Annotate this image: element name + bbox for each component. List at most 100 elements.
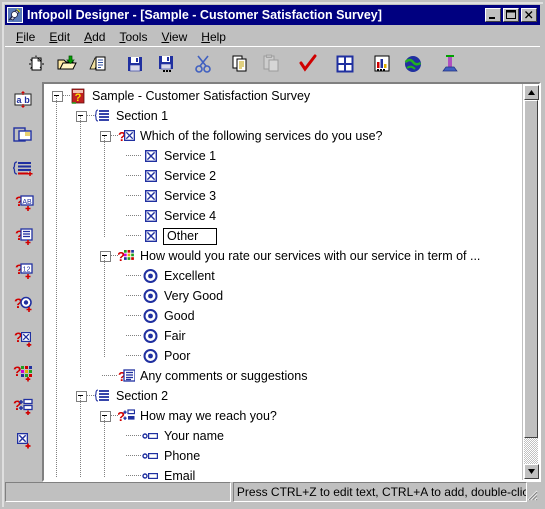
tree-node-field-phone[interactable]: Phone: [44, 446, 522, 466]
question-matrix-icon[interactable]: ?: [10, 360, 36, 386]
resize-grip[interactable]: [524, 487, 538, 501]
textfield-icon: [142, 468, 159, 480]
status-pane-left: [5, 482, 231, 502]
tree-node-label: Section 2: [116, 389, 169, 403]
radio-icon: [142, 308, 159, 324]
tree-connector: [126, 226, 142, 246]
tree-connector: [126, 186, 142, 206]
tree-node-question-comments[interactable]: ? Any comments or suggestions: [44, 366, 522, 386]
scroll-down-arrow[interactable]: [524, 464, 539, 479]
open-folder-button[interactable]: [54, 51, 80, 77]
svg-text:AB: AB: [22, 199, 32, 206]
question-ab-icon[interactable]: ? AB: [10, 190, 36, 216]
tree-node-choice-very-good[interactable]: Very Good: [44, 286, 522, 306]
tree-node-label: Any comments or suggestions: [140, 369, 308, 383]
tree-node-choice-service-3[interactable]: Service 3: [44, 186, 522, 206]
tree-node-question-services[interactable]: ? Which of the following services do you …: [44, 126, 522, 146]
close-button[interactable]: [521, 8, 537, 22]
collapse-node-button[interactable]: [100, 250, 111, 262]
menu-edit[interactable]: Edit: [43, 28, 78, 46]
question-12-icon[interactable]: ? 12: [10, 258, 36, 284]
copy-button[interactable]: [227, 51, 253, 77]
tree-row-container: ? Sample - Customer Satisfaction Survey Se…: [44, 84, 522, 480]
tree-connector: [126, 206, 142, 226]
question-paragraph-icon: ?: [118, 368, 135, 384]
tree-node-field-email[interactable]: Email: [44, 466, 522, 480]
question-paragraph-icon[interactable]: ?: [10, 224, 36, 250]
tree-node-field-your-name[interactable]: Your name: [44, 426, 522, 446]
question-form-icon[interactable]: ?: [10, 394, 36, 420]
menu-add[interactable]: Add: [78, 28, 113, 46]
question-radio-icon[interactable]: ?: [10, 292, 36, 318]
tree-connector: [63, 86, 70, 106]
tree-node-choice-poor[interactable]: Poor: [44, 346, 522, 366]
save-as-button[interactable]: [153, 51, 179, 77]
tree-node-choice-excellent[interactable]: Excellent: [44, 266, 522, 286]
menu-help[interactable]: Help: [195, 28, 234, 46]
maximize-button[interactable]: [503, 8, 519, 22]
application-window: Infopoll Designer - [Sample - Customer S…: [0, 0, 545, 509]
report-chart-button[interactable]: [369, 51, 395, 77]
satellite-dish-icon[interactable]: [7, 7, 23, 23]
checkbox-plus-icon[interactable]: [10, 428, 36, 454]
collapse-node-button[interactable]: [100, 410, 111, 422]
tree-node-survey-root[interactable]: ? Sample - Customer Satisfaction Survey: [44, 86, 522, 106]
tree-connector: [126, 326, 142, 346]
collapse-node-button[interactable]: [76, 110, 87, 122]
inline-edit-field[interactable]: Other: [163, 227, 218, 245]
ab-text-icon[interactable]: a b: [10, 88, 36, 114]
question-form-icon: ?: [118, 408, 135, 424]
tree-node-section-2[interactable]: Section 2: [44, 386, 522, 406]
scrollbar-track[interactable]: [524, 100, 538, 464]
menu-view[interactable]: View: [155, 28, 195, 46]
question-checkbox-icon: ?: [118, 128, 135, 144]
section-lines-icon[interactable]: [10, 156, 36, 182]
survey-tree[interactable]: ? Sample - Customer Satisfaction Survey Se…: [44, 84, 522, 480]
question-checkbox-icon[interactable]: ?: [10, 326, 36, 352]
tree-node-choice-service-1[interactable]: Service 1: [44, 146, 522, 166]
validate-button[interactable]: [295, 51, 321, 77]
window-controls: [485, 8, 538, 22]
menu-tools[interactable]: Tools: [113, 28, 155, 46]
tree-node-section-1[interactable]: Section 1: [44, 106, 522, 126]
tree-connector: [111, 246, 118, 266]
publish-web-button[interactable]: [400, 51, 426, 77]
menu-file[interactable]: File: [10, 28, 43, 46]
tree-node-choice-service-4[interactable]: Service 4: [44, 206, 522, 226]
tree-node-label: How would you rate our services with our…: [140, 249, 481, 263]
svg-text:b: b: [24, 95, 30, 105]
new-from-template-button[interactable]: [85, 51, 111, 77]
checkbox-icon: [142, 208, 159, 224]
checkbox-icon: [142, 228, 159, 244]
tree-node-label: Good: [164, 309, 195, 323]
svg-text:?: ?: [118, 249, 125, 264]
tree-connector: [111, 126, 118, 146]
tree-connector: [126, 446, 142, 466]
layout-grid-button[interactable]: [332, 51, 358, 77]
checkbox-icon: [142, 188, 159, 204]
minimize-button[interactable]: [485, 8, 501, 22]
tree-node-question-rating[interactable]: ? How would you rate our services with ou…: [44, 246, 522, 266]
tree-connector: [126, 286, 142, 306]
new-survey-button[interactable]: [23, 51, 49, 77]
scroll-up-arrow[interactable]: [524, 85, 539, 100]
tree-node-choice-fair[interactable]: Fair: [44, 326, 522, 346]
tree-node-question-contact[interactable]: ? How may we reach you?: [44, 406, 522, 426]
cut-button[interactable]: [190, 51, 216, 77]
save-button[interactable]: [122, 51, 148, 77]
tree-node-label: Excellent: [164, 269, 215, 283]
tree-node-choice-service-2[interactable]: Service 2: [44, 166, 522, 186]
collapse-node-button[interactable]: [52, 90, 63, 102]
tree-node-choice-other-edit[interactable]: Other: [44, 226, 522, 246]
exit-button[interactable]: [437, 51, 463, 77]
radio-icon: [142, 348, 159, 364]
collapse-node-button[interactable]: [100, 130, 111, 142]
page-copy-icon[interactable]: [10, 122, 36, 148]
question-matrix-icon: ?: [118, 248, 135, 264]
radio-icon: [142, 328, 159, 344]
tree-node-choice-good[interactable]: Good: [44, 306, 522, 326]
collapse-node-button[interactable]: [76, 390, 87, 402]
tree-node-label: Service 3: [164, 189, 217, 203]
scroll-thumb[interactable]: [524, 100, 538, 438]
vertical-scrollbar[interactable]: [522, 84, 539, 480]
